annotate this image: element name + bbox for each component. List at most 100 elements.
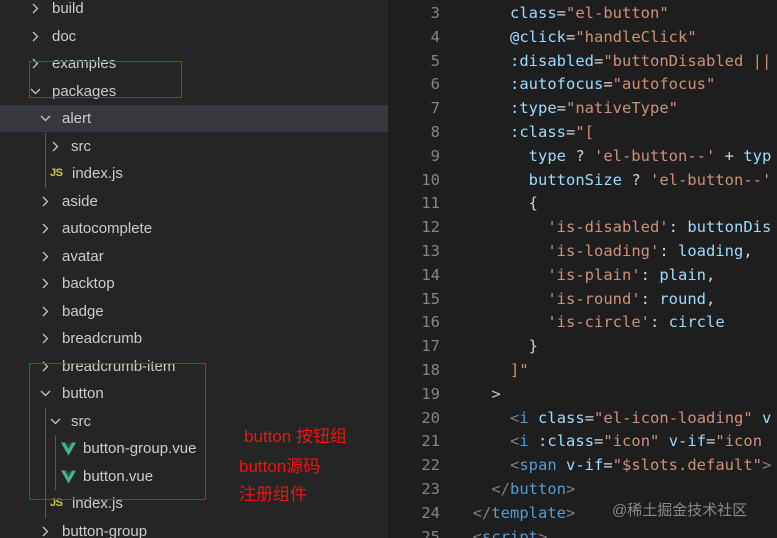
code-text: }: [528, 337, 538, 356]
code-line[interactable]: 16 'is-circle': circle: [388, 310, 777, 334]
annotation-button-source: button源码: [239, 457, 321, 476]
code-line[interactable]: 11 {: [388, 191, 777, 215]
line-number: 5: [430, 51, 440, 70]
js-file-icon: JS: [50, 167, 63, 179]
highlight-packages: [29, 61, 182, 98]
code-line[interactable]: 10 buttonSize ? 'el-button--': [388, 168, 777, 192]
code-text: 'is-loading': loading,: [547, 242, 753, 260]
code-line[interactable]: 14 'is-plain': plain,: [388, 263, 777, 287]
folder-item-build[interactable]: build: [0, 0, 388, 22]
tree-item-label: index.js: [72, 165, 123, 182]
code-line[interactable]: 5 :disabled="buttonDisabled ||: [388, 49, 777, 73]
folder-item-alert[interactable]: alert: [0, 105, 388, 132]
code-line[interactable]: 4 @click="handleClick": [388, 25, 777, 49]
code-text: <script>: [472, 527, 548, 538]
chevron-right-icon[interactable]: [40, 223, 51, 234]
code-line[interactable]: 3 class="el-button": [388, 1, 777, 25]
tree-item-label: build: [52, 0, 84, 17]
folder-item-doc[interactable]: doc: [0, 23, 388, 50]
code-text: :autofocus="autofocus": [510, 75, 716, 94]
tree-item-label: backtop: [62, 275, 115, 292]
watermark: @稀土掘金技术社区: [612, 502, 748, 519]
line-number: 4: [430, 27, 440, 46]
chevron-right-icon[interactable]: [40, 526, 51, 537]
file-explorer: build doc examples packages alert src JS index.…: [0, 0, 388, 538]
code-line[interactable]: 8 :class="[: [388, 120, 777, 144]
code-line[interactable]: 7 :type="nativeType": [388, 96, 777, 120]
tree-item-label: aside: [62, 192, 98, 210]
code-line[interactable]: 18 ]": [388, 358, 777, 382]
folder-item-autocomplete[interactable]: autocomplete: [0, 215, 388, 242]
line-number: 10: [421, 170, 440, 189]
folder-item-avatar[interactable]: avatar: [0, 243, 388, 270]
tree-item-label: doc: [52, 27, 77, 45]
folder-item-src[interactable]: src: [0, 133, 388, 160]
code-line[interactable]: 22 <span v-if="$slots.default">: [388, 453, 777, 477]
code-text: >: [491, 384, 501, 403]
tree-item-label: autocomplete: [62, 220, 153, 237]
code-text: :disabled="buttonDisabled ||: [510, 51, 772, 70]
code-line[interactable]: 23 </button>: [388, 477, 777, 501]
chevron-right-icon[interactable]: [40, 196, 51, 207]
chevron-right-icon[interactable]: [30, 3, 41, 14]
folder-item-button-group[interactable]: button-group: [0, 518, 388, 538]
chevron-right-icon[interactable]: [30, 31, 41, 42]
chevron-right-icon[interactable]: [50, 141, 61, 152]
folder-item-badge[interactable]: badge: [0, 298, 388, 325]
code-line[interactable]: 12 'is-disabled': buttonDis: [388, 215, 777, 239]
code-text: </template>: [472, 503, 576, 522]
tree-item-label: alert: [62, 110, 92, 127]
line-number: 3: [430, 4, 440, 22]
line-number: 18: [421, 361, 440, 379]
line-number: 21: [421, 432, 440, 451]
line-number: 16: [421, 313, 440, 332]
line-number: 22: [421, 456, 440, 475]
indent-guide: [45, 132, 46, 188]
code-line[interactable]: 15 'is-round': round,: [388, 287, 777, 311]
line-number: 12: [421, 218, 440, 237]
line-number: 20: [421, 408, 440, 427]
folder-item-breadcrumb[interactable]: breadcrumb: [0, 325, 388, 352]
code-text: class="el-button": [510, 4, 669, 22]
code-text: type ? 'el-button--' + typ: [528, 146, 772, 165]
code-text: buttonSize ? 'el-button--': [528, 170, 772, 189]
code-text: :type="nativeType": [510, 99, 678, 118]
line-number: 23: [421, 480, 440, 498]
line-number: 9: [430, 146, 440, 165]
code-text: 'is-round': round,: [547, 289, 716, 308]
line-number: 24: [421, 503, 440, 522]
folder-item-backtop[interactable]: backtop: [0, 270, 388, 297]
code-text: :class="[: [510, 123, 595, 141]
code-line[interactable]: 9 type ? 'el-button--' + typ: [388, 144, 777, 168]
code-line[interactable]: 25 <script>: [388, 525, 777, 538]
code-editor[interactable]: 3 class="el-button" 4 @click="handleClick…: [388, 0, 777, 538]
line-number: 13: [421, 242, 440, 260]
code-line[interactable]: 21 <i :class="icon" v-if="icon: [388, 429, 777, 453]
code-line[interactable]: 17 }: [388, 334, 777, 358]
code-line[interactable]: 20 <i class="el-icon-loading" v: [388, 406, 777, 430]
file-item-index-js[interactable]: JS index.js: [0, 160, 388, 187]
chevron-right-icon[interactable]: [40, 251, 51, 262]
code-line[interactable]: 6 :autofocus="autofocus": [388, 72, 777, 96]
highlight-button-folder: [29, 363, 206, 500]
code-line[interactable]: 13 'is-loading': loading,: [388, 239, 777, 263]
tree-item-label: button-group: [62, 522, 148, 538]
folder-item-aside[interactable]: aside: [0, 188, 388, 215]
chevron-right-icon[interactable]: [40, 333, 51, 344]
line-number: 15: [421, 289, 440, 308]
chevron-right-icon[interactable]: [40, 306, 51, 317]
code-line[interactable]: 19 >: [388, 382, 777, 406]
chevron-down-icon[interactable]: [40, 113, 51, 124]
line-number: 14: [421, 265, 440, 284]
code-text: {: [528, 194, 538, 213]
code-text: @click="handleClick": [510, 27, 697, 46]
annotation-button-group: button 按钮组: [244, 427, 347, 446]
line-number: 25: [421, 527, 440, 538]
line-number: 11: [421, 194, 440, 213]
line-number: 19: [421, 384, 440, 403]
chevron-right-icon[interactable]: [40, 278, 51, 289]
line-number: 7: [430, 99, 440, 118]
tree-item-label: avatar: [62, 247, 104, 265]
code-text: 'is-plain': plain,: [547, 265, 716, 284]
code-text: <i class="el-icon-loading" v: [510, 408, 772, 427]
